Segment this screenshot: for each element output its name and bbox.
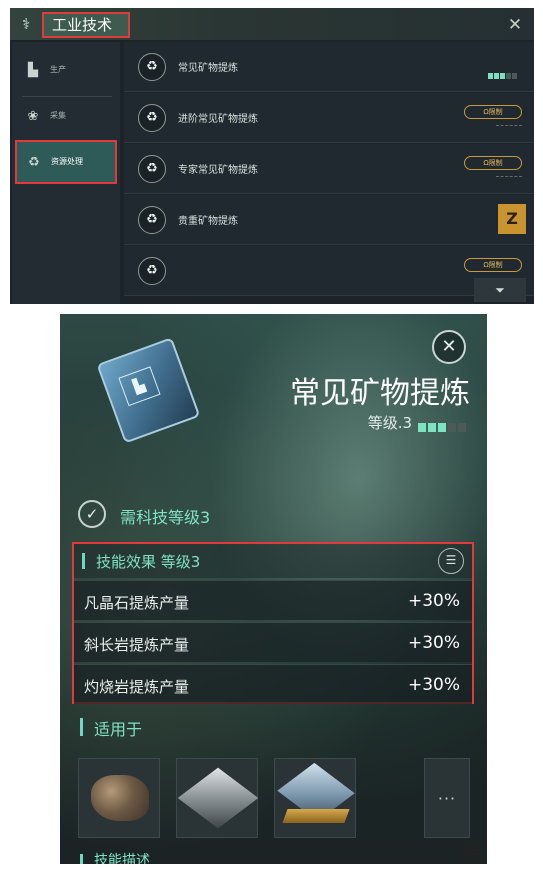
level-indicator <box>488 64 518 79</box>
divider <box>22 96 112 97</box>
section-marker <box>82 553 85 569</box>
check-icon: ✓ <box>78 500 106 528</box>
recycle-icon: ♻ <box>138 206 166 234</box>
ore-item-rock[interactable] <box>78 758 160 838</box>
skill-book-image: ▙ <box>87 324 223 452</box>
recycle-icon: ♻ <box>138 53 166 81</box>
close-button[interactable]: ✕ <box>432 330 466 364</box>
cluster-icon: ❀ <box>27 109 39 124</box>
sidebar-item-production[interactable]: ▙ 生产 <box>16 52 116 92</box>
description-title: 技能描述 <box>94 853 150 864</box>
factory-icon: ▙ <box>28 63 38 78</box>
effect-value: +30% <box>407 591 460 611</box>
tier-badge: Z <box>498 204 526 234</box>
filter-button[interactable]: ⏷ <box>474 278 526 302</box>
category-sidebar: ▙ 生产 ❀ 采集 ♻ 资源处理 <box>12 42 120 304</box>
sidebar-item-label: 采集 <box>50 111 66 120</box>
sidebar-item-resource-processing[interactable]: ♻ 资源处理 <box>15 140 117 184</box>
restricted-badge: Ω限制 <box>464 258 522 272</box>
list-item[interactable]: ♻ 常见矿物提炼 <box>124 42 534 92</box>
skill-effects-section: 技能效果 等级3 ☰ 凡晶石提炼产量 +30% 斜长岩提炼产量 +30% 灼烧岩… <box>72 542 474 704</box>
list-item[interactable]: ♻ Ω限制 <box>124 246 534 296</box>
effects-header: 技能效果 等级3 ☰ <box>74 544 472 578</box>
ore-cube-icon <box>177 767 259 829</box>
skill-detail-panel: ✕ ▙ 常见矿物提炼 等级.3 ✓ 需科技等级3 技能效果 等级3 ☰ 凡晶石提… <box>60 314 487 864</box>
list-item-label: 常见矿物提炼 <box>178 63 238 74</box>
effect-value: +30% <box>407 675 460 695</box>
sidebar-item-collection[interactable]: ❀ 采集 <box>16 98 116 138</box>
divider <box>496 125 522 129</box>
restricted-badge: Ω限制 <box>464 105 522 119</box>
effect-row: 灼烧岩提炼产量 +30% <box>74 664 472 704</box>
helix-icon: ⚕ <box>21 15 31 33</box>
recycle-icon: ♻ <box>138 257 166 285</box>
ore-rock-icon <box>91 775 149 821</box>
list-item[interactable]: ♻ 贵重矿物提炼 Z <box>124 195 534 245</box>
recycle-icon: ♻ <box>138 104 166 132</box>
requirement-text: 需科技等级3 <box>120 508 211 527</box>
close-icon: ✕ <box>441 336 457 357</box>
effect-name: 斜长岩提炼产量 <box>84 636 190 654</box>
effect-name: 凡晶石提炼产量 <box>84 594 190 612</box>
ore-item-crate[interactable] <box>274 758 356 838</box>
list-item-label: 贵重矿物提炼 <box>178 216 238 227</box>
crate-base <box>282 809 350 823</box>
effect-row: 斜长岩提炼产量 +30% <box>74 622 472 662</box>
list-icon: ☰ <box>445 553 457 567</box>
divider <box>496 176 522 180</box>
effect-name: 灼烧岩提炼产量 <box>84 678 190 696</box>
list-item-label: 专家常见矿物提炼 <box>178 165 258 176</box>
sidebar-item-label: 生产 <box>50 65 66 74</box>
level-indicator <box>418 417 468 432</box>
section-marker <box>80 854 83 864</box>
title-bar: ⚕ 工业技术 ✕ <box>10 8 534 40</box>
recycle-icon: ♻ <box>138 155 166 183</box>
more-button[interactable]: ··· <box>424 758 470 838</box>
industry-tech-panel: ⚕ 工业技术 ✕ ▙ 生产 ❀ 采集 ♻ 资源处理 ♻ 常见矿物提炼 ♻ 进阶常… <box>10 8 534 304</box>
menu-button[interactable]: ☰ <box>438 548 464 574</box>
applies-to-title: 适用于 <box>94 720 143 739</box>
ore-item-cube[interactable] <box>176 758 259 838</box>
section-marker <box>80 718 83 736</box>
effects-title: 技能效果 等级3 <box>96 553 201 571</box>
recycle-icon: ♻ <box>28 155 40 170</box>
restricted-badge: Ω限制 <box>464 156 522 170</box>
list-item[interactable]: ♻ 专家常见矿物提炼 Ω限制 <box>124 144 534 194</box>
list-item[interactable]: ♻ 进阶常见矿物提炼 Ω限制 <box>124 93 534 143</box>
effect-row: 凡晶石提炼产量 +30% <box>74 580 472 620</box>
effect-value: +30% <box>407 633 460 653</box>
watermark: 酷 <box>462 840 482 864</box>
sidebar-item-label: 资源处理 <box>51 157 83 166</box>
list-item-label: 进阶常见矿物提炼 <box>178 114 258 125</box>
panel-title: 工业技术 <box>42 12 130 38</box>
filter-icon: ⏷ <box>495 283 505 297</box>
level-label: 等级.3 <box>367 414 412 432</box>
close-icon[interactable]: ✕ <box>504 14 526 36</box>
skill-title: 常见矿物提炼 <box>290 376 470 411</box>
